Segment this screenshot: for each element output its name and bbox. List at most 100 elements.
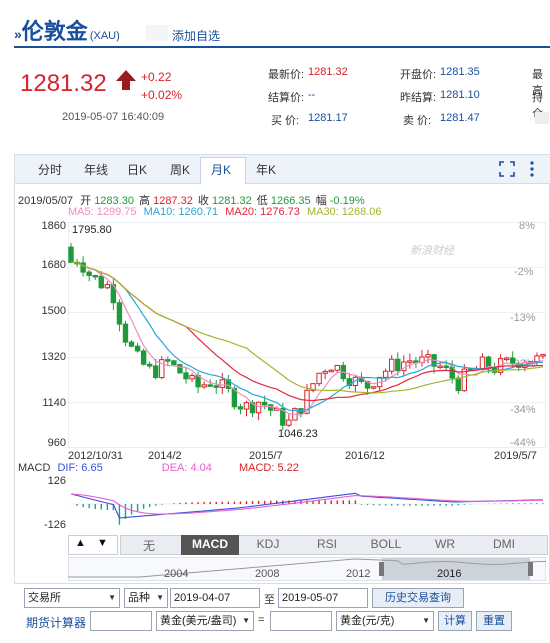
candle-body	[219, 379, 225, 388]
macd-y-top: 126	[47, 475, 66, 487]
tab-weekly-k[interactable]: 周K	[170, 161, 190, 178]
calculate-button[interactable]: 计算	[438, 611, 472, 631]
candlestick-chart[interactable]	[68, 222, 546, 448]
nav-year: 2016	[437, 568, 462, 580]
candle-body	[407, 360, 413, 363]
favorite-icon-placeholder	[146, 25, 168, 41]
candle-body	[261, 401, 268, 406]
add-favorite-link[interactable]: 添加自选	[172, 27, 220, 44]
instrument-title: »伦敦金 (XAU)	[14, 14, 120, 46]
indicator-rsi[interactable]: RSI	[298, 537, 356, 551]
tab-monthly-k[interactable]: 月K	[211, 161, 231, 178]
reset-button[interactable]: 重置	[476, 611, 512, 631]
history-query-button[interactable]: 历史交易查询	[372, 588, 464, 608]
candle-body	[189, 375, 195, 380]
candle-body	[243, 402, 250, 410]
candle-body	[255, 401, 262, 414]
unit-right-select[interactable]: 黄金(元/克)	[336, 611, 434, 631]
candle-body	[510, 357, 516, 364]
more-icon	[535, 112, 549, 124]
field-label-ask: 卖 价:	[403, 115, 432, 127]
up-arrow-icon	[116, 70, 136, 90]
low-annotation: 1046.23	[278, 428, 318, 440]
macd-y-bottom: -126	[43, 519, 66, 531]
price-change: +0.22 +0.02%	[141, 68, 182, 104]
candle-body	[171, 360, 177, 366]
info-date: 2019/05/07	[18, 195, 74, 207]
x-label: 2015/7	[249, 450, 283, 462]
macd-value: MACD: 5.22	[238, 462, 299, 474]
equals-sign: =	[258, 614, 265, 626]
navigator-left-handle	[379, 562, 384, 576]
field-label-prev-settle: 昨结算:	[400, 92, 437, 104]
macd-dea: DEA: 4.04	[161, 462, 212, 474]
indicator-none[interactable]: 无	[120, 537, 178, 554]
range-navigator[interactable]	[68, 557, 546, 581]
candle-body	[68, 246, 74, 263]
field-value-latest: 1281.32	[308, 66, 348, 78]
candle-body	[540, 354, 546, 357]
tab-year-line[interactable]: 年线	[84, 161, 108, 178]
field-value-bid: 1281.17	[308, 112, 348, 124]
candle-body	[328, 369, 334, 373]
scroll-down-button[interactable]: ▼	[97, 537, 108, 549]
scroll-up-button[interactable]: ▲	[75, 537, 86, 549]
field-value-open: 1281.35	[440, 66, 480, 78]
candle-body	[183, 372, 189, 380]
y-label: 1500	[41, 305, 66, 317]
candle-body	[316, 372, 322, 385]
fullscreen-icon[interactable]	[499, 161, 515, 177]
indicator-boll[interactable]: BOLL	[357, 537, 415, 551]
date-from-input[interactable]: 2019-04-07	[170, 588, 260, 608]
candle-body	[267, 404, 274, 411]
tab-intraday[interactable]: 分时	[38, 161, 62, 178]
candle-body	[334, 364, 340, 371]
variety-select[interactable]: 品种	[124, 588, 168, 608]
field-label-latest: 最新价:	[268, 69, 305, 81]
y-label: 1860	[41, 220, 66, 232]
ma10-value: MA10: 1260.71	[143, 206, 219, 218]
unit-left-select[interactable]: 黄金(美元/盎司)	[156, 611, 254, 631]
macd-dif: DIF: 6.65	[57, 462, 103, 474]
unit-right-value: 黄金(元/克)	[340, 615, 395, 627]
y-label: 1680	[41, 259, 66, 271]
quote-datetime: 2019-05-07 16:40:09	[62, 111, 165, 123]
nav-year: 2012	[346, 568, 371, 580]
calc-input-left[interactable]	[90, 611, 152, 631]
candle-body	[140, 350, 147, 365]
candle-body	[122, 323, 129, 343]
indicator-macd[interactable]: MACD	[181, 537, 239, 551]
field-value-settle: --	[308, 89, 316, 101]
nav-year: 2004	[164, 568, 189, 580]
candle-body	[80, 262, 86, 273]
calc-input-right[interactable]	[270, 611, 332, 631]
x-label: 2014/2	[148, 450, 182, 462]
candle-body	[128, 341, 135, 347]
indicator-dmi[interactable]: DMI	[475, 537, 533, 551]
tab-yearly-k[interactable]: 年K	[256, 161, 276, 178]
date-from-value: 2019-04-07	[174, 592, 231, 604]
more-options-icon[interactable]	[526, 160, 538, 178]
x-label: 2012/10/31	[68, 450, 124, 462]
date-to-input[interactable]: 2019-05-07	[278, 588, 368, 608]
candle-body	[443, 365, 449, 369]
last-price: 1281.32	[20, 70, 107, 97]
indicator-wr[interactable]: WR	[416, 537, 474, 551]
candle-body	[479, 356, 486, 369]
macd-info: MACD DIF: 6.65 DEA: 4.04 MACD: 5.22	[18, 462, 299, 474]
candle-body	[370, 386, 377, 389]
candle-body	[322, 371, 328, 374]
candle-body	[98, 275, 104, 289]
candle-body	[534, 355, 540, 363]
candle-body	[425, 354, 431, 358]
ma-info: MA5: 1299.75 MA10: 1260.71 MA20: 1276.73…	[68, 206, 382, 218]
field-value-prev-settle: 1281.10	[440, 89, 480, 101]
exchange-select[interactable]: 交易所	[24, 588, 120, 608]
candle-body	[134, 345, 141, 352]
field-label-bid: 买 价:	[271, 115, 300, 127]
tab-daily-k[interactable]: 日K	[127, 161, 147, 178]
instrument-name: 伦敦金	[21, 19, 88, 44]
indicator-kdj[interactable]: KDJ	[239, 537, 297, 551]
date-to-value: 2019-05-07	[282, 592, 339, 604]
change-value: +0.22	[141, 70, 172, 84]
